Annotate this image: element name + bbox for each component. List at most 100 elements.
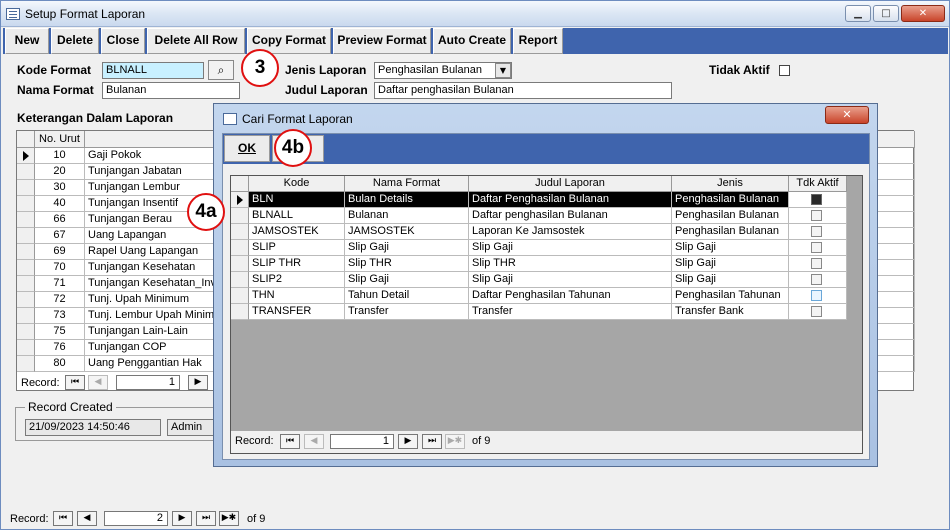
- cell-judul-laporan[interactable]: Daftar Penghasilan Tahunan: [469, 288, 672, 304]
- delete-all-row-button[interactable]: Delete All Row: [147, 28, 245, 54]
- row-selector[interactable]: [17, 308, 35, 324]
- tdk-aktif-checkbox[interactable]: [811, 274, 822, 285]
- cell-jenis[interactable]: Slip Gaji: [672, 256, 789, 272]
- dialog-row-selector[interactable]: [231, 192, 249, 208]
- cell-kode[interactable]: BLNALL: [249, 208, 345, 224]
- maximize-icon[interactable]: □: [873, 5, 899, 22]
- cell-kode[interactable]: JAMSOSTEK: [249, 224, 345, 240]
- tdk-aktif-checkbox[interactable]: [811, 210, 822, 221]
- close-button[interactable]: Close: [101, 28, 145, 54]
- row-selector[interactable]: [17, 356, 35, 372]
- dialog-row-selector[interactable]: [231, 288, 249, 304]
- col-header-jenis[interactable]: Jenis: [672, 176, 789, 192]
- tdk-aktif-checkbox[interactable]: [811, 290, 822, 301]
- row-selector[interactable]: [17, 212, 35, 228]
- dialog-first-record-icon[interactable]: ⏮: [280, 434, 300, 449]
- main-last-record-icon[interactable]: ⏭: [196, 511, 216, 526]
- cell-kode[interactable]: TRANSFER: [249, 304, 345, 320]
- cell-judul-laporan[interactable]: Slip Gaji: [469, 272, 672, 288]
- cell-no-urut[interactable]: 66: [35, 212, 85, 228]
- main-new-record-icon[interactable]: ▶✱: [219, 511, 239, 526]
- row-selector[interactable]: [17, 324, 35, 340]
- dialog-row-selector[interactable]: [231, 256, 249, 272]
- dialog-close-icon[interactable]: ✕: [825, 106, 869, 124]
- judul-laporan-field[interactable]: Daftar penghasilan Bulanan: [374, 82, 672, 99]
- dialog-row-selector[interactable]: [231, 208, 249, 224]
- cell-no-urut[interactable]: 67: [35, 228, 85, 244]
- cell-no-urut[interactable]: 20: [35, 164, 85, 180]
- col-header-kode[interactable]: Kode: [249, 176, 345, 192]
- row-selector[interactable]: [17, 164, 35, 180]
- row-selector[interactable]: [17, 196, 35, 212]
- cell-jenis[interactable]: Penghasilan Bulanan: [672, 192, 789, 208]
- dialog-row-selector[interactable]: [231, 272, 249, 288]
- cell-jenis[interactable]: Penghasilan Bulanan: [672, 208, 789, 224]
- cell-nama-format[interactable]: Slip Gaji: [345, 240, 469, 256]
- cell-kode[interactable]: SLIP: [249, 240, 345, 256]
- detail-record-field[interactable]: 1: [116, 375, 180, 390]
- search-icon[interactable]: ⌕: [208, 60, 234, 80]
- cell-no-urut[interactable]: 10: [35, 148, 85, 164]
- cell-judul-laporan[interactable]: Slip THR: [469, 256, 672, 272]
- dialog-row-selector[interactable]: [231, 304, 249, 320]
- chevron-down-icon[interactable]: ▼: [495, 63, 511, 78]
- report-button[interactable]: Report: [513, 28, 563, 54]
- tdk-aktif-checkbox[interactable]: [811, 258, 822, 269]
- next-record-icon[interactable]: ▶: [188, 375, 208, 390]
- cell-kode[interactable]: THN: [249, 288, 345, 304]
- cell-judul-laporan[interactable]: Daftar penghasilan Bulanan: [469, 208, 672, 224]
- cell-jenis[interactable]: Penghasilan Tahunan: [672, 288, 789, 304]
- prev-record-icon[interactable]: ◀: [88, 375, 108, 390]
- auto-create-button[interactable]: Auto Create: [433, 28, 511, 54]
- cell-nama-format[interactable]: Bulanan: [345, 208, 469, 224]
- tdk-aktif-checkbox[interactable]: [811, 226, 822, 237]
- close-icon[interactable]: ✕: [901, 5, 945, 22]
- delete-button[interactable]: Delete: [51, 28, 99, 54]
- cell-nama-format[interactable]: Transfer: [345, 304, 469, 320]
- row-selector[interactable]: [17, 340, 35, 356]
- tdk-aktif-checkbox[interactable]: [811, 242, 822, 253]
- cell-no-urut[interactable]: 71: [35, 276, 85, 292]
- dialog-record-field[interactable]: 1: [330, 434, 394, 449]
- cell-nama-format[interactable]: Slip Gaji: [345, 272, 469, 288]
- cell-no-urut[interactable]: 70: [35, 260, 85, 276]
- tdk-aktif-checkbox[interactable]: [811, 194, 822, 205]
- cell-no-urut[interactable]: 69: [35, 244, 85, 260]
- cell-no-urut[interactable]: 75: [35, 324, 85, 340]
- row-selector[interactable]: [17, 244, 35, 260]
- cell-judul-laporan[interactable]: Daftar Penghasilan Bulanan: [469, 192, 672, 208]
- dialog-new-record-icon[interactable]: ▶✱: [445, 434, 465, 449]
- cell-no-urut[interactable]: 73: [35, 308, 85, 324]
- cell-jenis[interactable]: Slip Gaji: [672, 272, 789, 288]
- dialog-next-record-icon[interactable]: ▶: [398, 434, 418, 449]
- cell-jenis[interactable]: Slip Gaji: [672, 240, 789, 256]
- preview-format-button[interactable]: Preview Format: [333, 28, 431, 54]
- col-header-nama-format[interactable]: Nama Format: [345, 176, 469, 192]
- cell-jenis[interactable]: Penghasilan Bulanan: [672, 224, 789, 240]
- tdk-aktif-checkbox[interactable]: [811, 306, 822, 317]
- dialog-prev-record-icon[interactable]: ◀: [304, 434, 324, 449]
- row-selector[interactable]: [17, 148, 35, 164]
- col-header-tdk-aktif[interactable]: Tdk Aktif: [789, 176, 847, 192]
- main-record-field[interactable]: 2: [104, 511, 168, 526]
- minimize-icon[interactable]: ▁: [845, 5, 871, 22]
- row-selector[interactable]: [17, 260, 35, 276]
- dialog-last-record-icon[interactable]: ⏭: [422, 434, 442, 449]
- kode-format-field[interactable]: BLNALL: [102, 62, 204, 79]
- dialog-row-selector[interactable]: [231, 224, 249, 240]
- cell-nama-format[interactable]: Bulan Details: [345, 192, 469, 208]
- col-header-judul-laporan[interactable]: Judul Laporan: [469, 176, 672, 192]
- row-selector[interactable]: [17, 276, 35, 292]
- first-record-icon[interactable]: ⏮: [65, 375, 85, 390]
- dialog-row-selector[interactable]: [231, 240, 249, 256]
- cell-nama-format[interactable]: Slip THR: [345, 256, 469, 272]
- cell-nama-format[interactable]: JAMSOSTEK: [345, 224, 469, 240]
- new-button[interactable]: New: [5, 28, 49, 54]
- cell-no-urut[interactable]: 72: [35, 292, 85, 308]
- cell-no-urut[interactable]: 80: [35, 356, 85, 372]
- cell-judul-laporan[interactable]: Laporan Ke Jamsostek: [469, 224, 672, 240]
- main-next-record-icon[interactable]: ▶: [172, 511, 192, 526]
- main-prev-record-icon[interactable]: ◀: [77, 511, 97, 526]
- cell-nama-format[interactable]: Tahun Detail: [345, 288, 469, 304]
- row-selector[interactable]: [17, 180, 35, 196]
